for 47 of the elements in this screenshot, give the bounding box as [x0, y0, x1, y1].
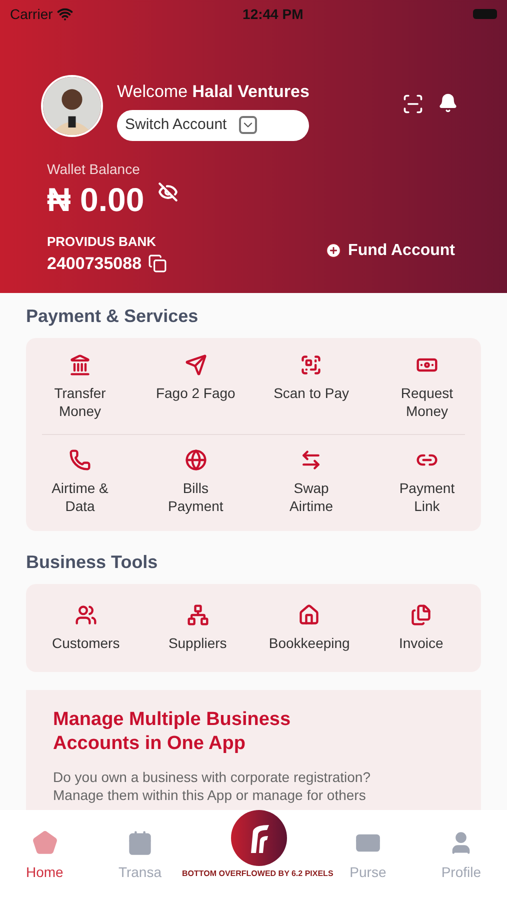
service-item[interactable]: Swap Airtime — [271, 445, 352, 519]
bank-icon — [69, 354, 91, 376]
chevron-down-icon — [238, 116, 257, 134]
phone-icon — [69, 449, 91, 471]
overflow-warning: BOTTOM OVERFLOWED BY 6.2 PIXELS — [182, 868, 334, 880]
service-item[interactable]: Request Money — [386, 350, 467, 424]
group-icon — [186, 604, 209, 626]
documents-icon — [410, 604, 432, 626]
qr-scan-icon — [300, 354, 322, 376]
plus-circle-icon — [325, 242, 342, 259]
battery-icon — [472, 9, 497, 19]
welcome-text: Welcome Halal Ventures — [117, 81, 310, 103]
house-icon — [298, 604, 320, 626]
status-time: 12:44 PM — [242, 4, 304, 24]
service-item[interactable]: Bills Payment — [156, 445, 236, 519]
service-item[interactable]: Airtime & Data — [40, 445, 120, 519]
promo-title: Manage Multiple Business Accounts in One App — [53, 708, 292, 756]
copy-icon[interactable] — [148, 254, 167, 274]
service-item[interactable]: Transfer Money — [40, 350, 120, 424]
wallet-balance-label: Wallet Balance — [47, 160, 141, 178]
fund-account-button[interactable]: Fund Account — [325, 238, 455, 262]
service-item[interactable]: Payment Link — [386, 445, 467, 519]
account-number: 2400735088 — [47, 253, 142, 275]
service-item[interactable]: Bookkeeping — [264, 600, 356, 656]
qr-scan-icon[interactable] — [402, 93, 424, 115]
carrier-label: Carrier — [10, 4, 53, 24]
bell-icon[interactable] — [438, 93, 458, 113]
paper-plane-icon — [184, 354, 207, 376]
promo-text: Do you own a business with corporate registration? Manage them within this App or manage for others — [53, 768, 372, 804]
balance-amount: ₦ 0.00 — [47, 180, 144, 220]
service-item[interactable]: Customers — [40, 600, 132, 656]
nav-tab[interactable]: Home — [20, 830, 70, 900]
swap-arrows-icon — [300, 449, 322, 471]
service-item[interactable]: Invoice — [375, 600, 467, 656]
eye-off-icon[interactable] — [158, 182, 178, 202]
section-title: Payment & Services — [26, 305, 200, 328]
service-item[interactable]: Fago 2 Fago — [156, 350, 236, 424]
calendar-icon — [126, 830, 153, 856]
wifi-icon — [56, 6, 73, 22]
service-item[interactable]: Suppliers — [152, 600, 244, 656]
bank-name: PROVIDUS BANK — [47, 232, 158, 250]
home-icon — [32, 830, 58, 856]
globe-icon — [184, 449, 207, 471]
users-icon — [74, 604, 97, 626]
section-title: Business Tools — [26, 551, 159, 574]
switch-account-button[interactable]: Switch Account — [117, 110, 310, 140]
service-item[interactable]: Scan to Pay — [271, 350, 352, 424]
